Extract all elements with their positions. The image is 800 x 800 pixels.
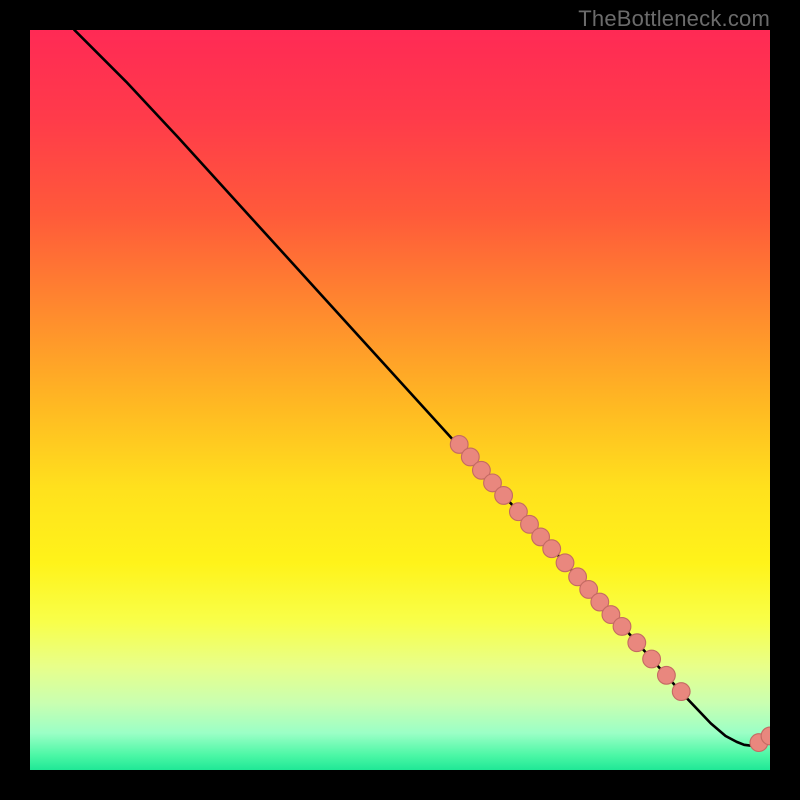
data-dot xyxy=(658,666,676,684)
data-dot xyxy=(556,554,574,572)
chart-stage: TheBottleneck.com xyxy=(0,0,800,800)
chart-plot-area xyxy=(30,30,770,770)
data-dot xyxy=(543,540,561,558)
data-dot xyxy=(643,650,661,668)
data-dot xyxy=(495,487,513,505)
data-dot xyxy=(628,634,646,652)
attribution-text: TheBottleneck.com xyxy=(578,6,770,32)
chart-svg xyxy=(30,30,770,770)
data-dot xyxy=(613,618,631,636)
data-dot xyxy=(672,683,690,701)
